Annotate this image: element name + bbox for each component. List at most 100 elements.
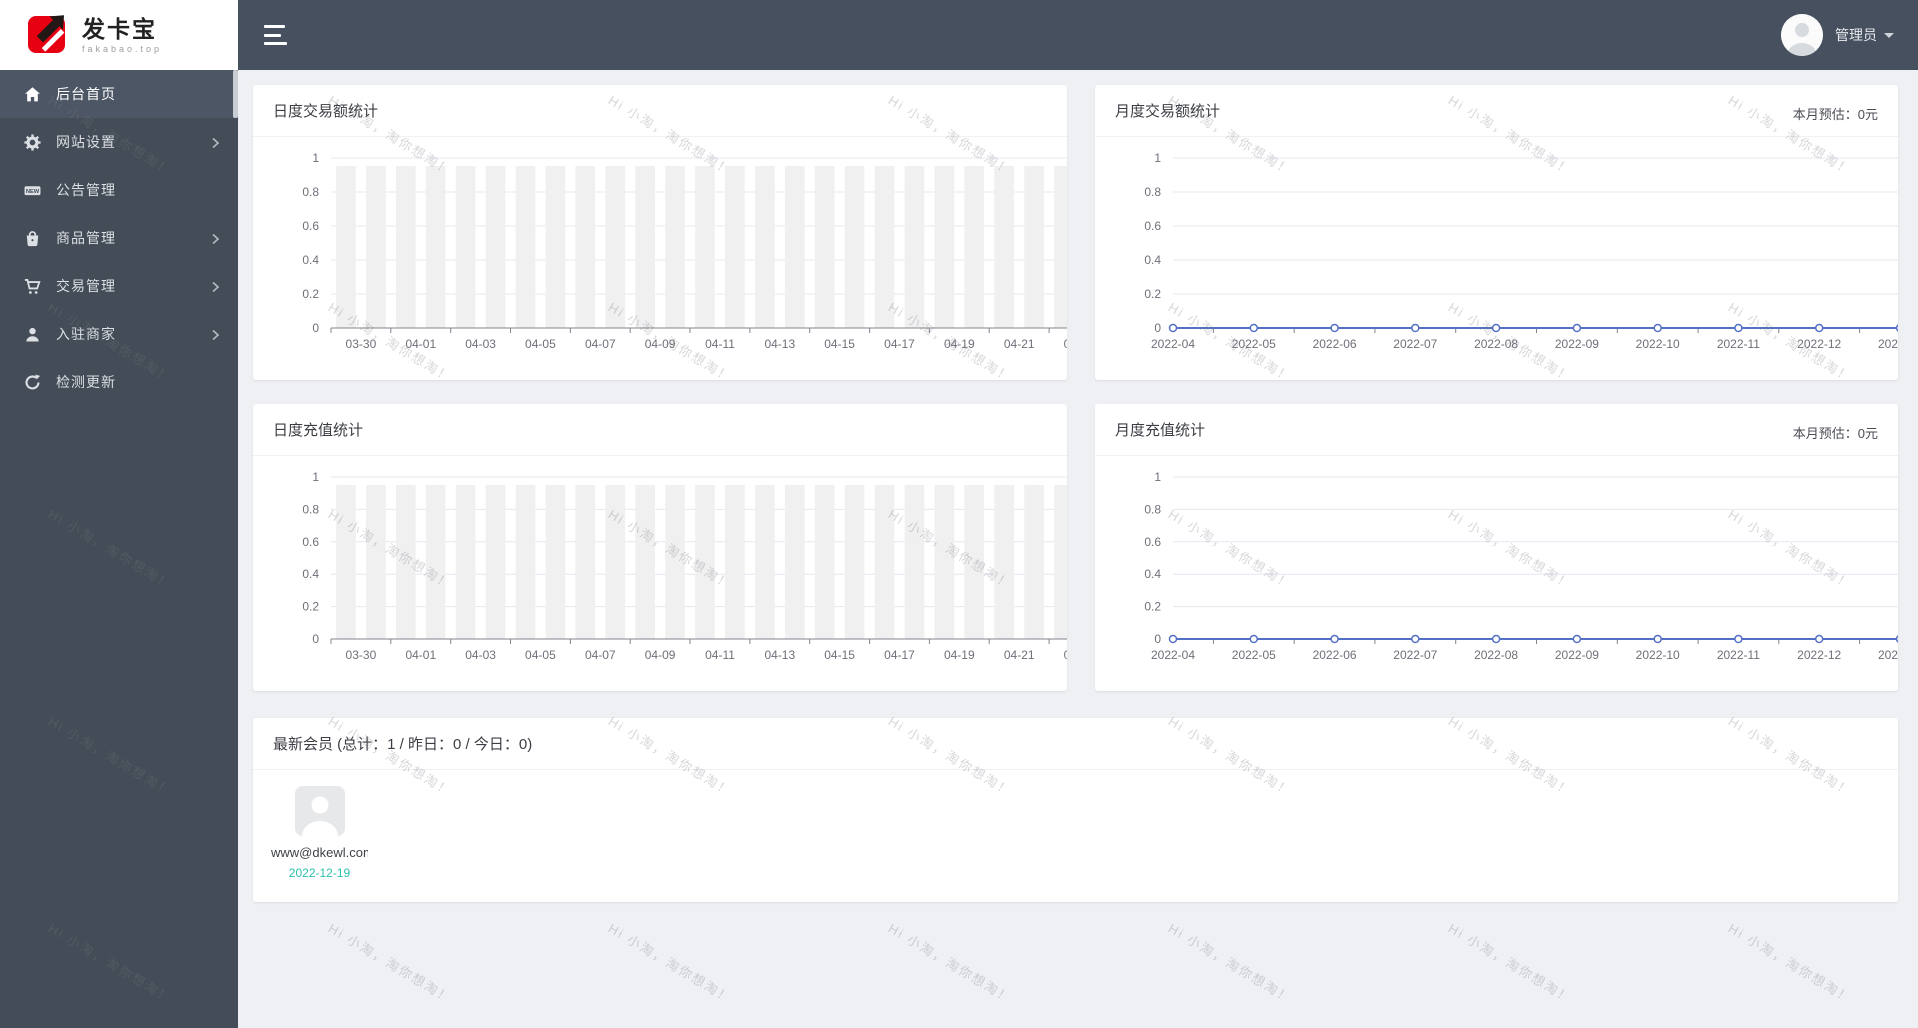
svg-text:2022-11: 2022-11	[1717, 337, 1760, 351]
svg-text:0: 0	[312, 321, 319, 335]
svg-text:03-30: 03-30	[346, 337, 377, 351]
svg-text:2022-05: 2022-05	[1232, 648, 1276, 662]
svg-text:2022-12: 2022-12	[1797, 648, 1841, 662]
card-title: 日度充值统计	[253, 404, 1067, 456]
bag-icon	[24, 230, 41, 247]
sidebar-item-trades[interactable]: 交易管理	[0, 262, 238, 310]
user-avatar	[1781, 14, 1823, 56]
latest-members-title: 最新会员 (总计：1 / 昨日：0 / 今日：0)	[253, 718, 1898, 770]
svg-text:0.8: 0.8	[1144, 502, 1161, 516]
monthly-recharge-chart: 0 0.2 0.4 0.6 0.8 1 2022-04 2022-05 2022-06 2022-…	[1095, 457, 1898, 691]
svg-text:04-01: 04-01	[405, 337, 436, 351]
cart-icon	[24, 278, 41, 295]
svg-text:04-17: 04-17	[884, 337, 915, 351]
svg-text:2022-06: 2022-06	[1313, 337, 1357, 351]
update-icon	[24, 374, 41, 391]
chevron-right-icon	[210, 232, 220, 245]
svg-text:04-01: 04-01	[405, 648, 436, 662]
svg-text:2022-10: 2022-10	[1636, 337, 1680, 351]
svg-text:2022-12: 2022-12	[1797, 337, 1841, 351]
announcement-icon: NEW	[24, 182, 41, 199]
hamburger-icon[interactable]	[264, 25, 290, 45]
brand-logo-icon	[26, 11, 72, 60]
svg-text:2022-09: 2022-09	[1555, 648, 1599, 662]
monthly-estimate-label: 本月预估：0元	[1792, 426, 1878, 441]
sidebar-item-label: 商品管理	[56, 230, 116, 246]
svg-text:0.2: 0.2	[302, 287, 319, 301]
member-item[interactable]: www@dkewl.com 2022-12-19	[271, 786, 368, 880]
watermark-text: Hi 小淘，淘你想淘！	[325, 920, 456, 1007]
daily-recharge-chart: 0 0.2 0.4 0.6 0.8 1 03-30 04-01 04-03 04-05 04-07 0…	[253, 457, 1067, 691]
sidebar-item-label: 入驻商家	[56, 326, 116, 342]
sidebar-item-site-settings[interactable]: 网站设置	[0, 118, 238, 166]
watermark-text: Hi 小淘，淘你想淘！	[1165, 920, 1296, 1007]
svg-text:2022-05: 2022-05	[1232, 337, 1276, 351]
svg-text:04-23: 04-23	[1064, 337, 1067, 351]
watermark-text: Hi 小淘，淘你想淘！	[605, 920, 736, 1007]
svg-text:0: 0	[1154, 632, 1161, 646]
svg-text:0.6: 0.6	[1144, 535, 1161, 549]
chevron-right-icon	[210, 280, 220, 293]
svg-text:0.8: 0.8	[302, 502, 319, 516]
svg-text:1: 1	[312, 470, 319, 484]
svg-text:04-15: 04-15	[824, 337, 855, 351]
svg-text:2022-04: 2022-04	[1151, 337, 1195, 351]
svg-text:04-19: 04-19	[944, 337, 975, 351]
svg-text:04-05: 04-05	[525, 337, 556, 351]
svg-text:NEW: NEW	[26, 189, 40, 195]
monthly-recharge-card: 月度充值统计 本月预估：0元 0 0.2 0.4 0.6 0.8 1 2022-04 2022…	[1095, 404, 1898, 691]
svg-text:0.6: 0.6	[1144, 219, 1161, 233]
watermark-text: Hi 小淘，淘你想淘！	[885, 920, 1016, 1007]
card-title: 日度交易额统计	[253, 85, 1067, 137]
sidebar-scrollbar[interactable]	[233, 70, 238, 118]
svg-text:04-07: 04-07	[585, 648, 616, 662]
svg-text:04-13: 04-13	[764, 337, 795, 351]
sidebar-item-label: 后台首页	[56, 86, 116, 102]
svg-text:04-09: 04-09	[645, 648, 676, 662]
card-title: 月度交易额统计	[1095, 85, 1898, 137]
sidebar-item-check-update[interactable]: 检测更新	[0, 358, 238, 406]
sidebar-item-merchants[interactable]: 入驻商家	[0, 310, 238, 358]
logo[interactable]: 发卡宝 fakabao.top	[0, 0, 238, 70]
chevron-right-icon	[210, 136, 220, 149]
monthly-estimate-label: 本月预估：0元	[1792, 107, 1878, 122]
svg-text:04-09: 04-09	[645, 337, 676, 351]
svg-text:0.8: 0.8	[1144, 185, 1161, 199]
latest-members-card: 最新会员 (总计：1 / 昨日：0 / 今日：0) www@dkewl.com …	[253, 718, 1898, 902]
svg-text:0.6: 0.6	[302, 219, 319, 233]
svg-text:04-03: 04-03	[465, 337, 496, 351]
svg-text:2022-08: 2022-08	[1474, 648, 1518, 662]
svg-text:2023-01: 2023-01	[1878, 648, 1898, 662]
svg-text:0.4: 0.4	[1144, 567, 1161, 581]
sidebar-menu: 后台首页 网站设置 NEW 公告管理 商品管理 交易管理 入驻商家 检测更新	[0, 70, 238, 406]
svg-text:0.2: 0.2	[302, 600, 319, 614]
monthly-transaction-chart: 0 0.2 0.4 0.6 0.8 1 2022-04 2022-05 2022-06 2022-…	[1095, 138, 1898, 380]
top-header: 管理员	[238, 0, 1918, 70]
sidebar-item-label: 网站设置	[56, 134, 116, 150]
svg-text:2022-04: 2022-04	[1151, 648, 1195, 662]
chevron-right-icon	[210, 328, 220, 341]
user-menu[interactable]: 管理员	[1781, 14, 1894, 56]
svg-text:04-03: 04-03	[465, 648, 496, 662]
sidebar-item-dashboard[interactable]: 后台首页	[0, 70, 238, 118]
sidebar-item-announcements[interactable]: NEW 公告管理	[0, 166, 238, 214]
svg-text:0.8: 0.8	[302, 185, 319, 199]
sidebar: 发卡宝 fakabao.top 后台首页 网站设置 NEW 公告管理 商品管理 …	[0, 0, 238, 1028]
member-register-date: 2022-12-19	[288, 866, 351, 880]
svg-text:2022-11: 2022-11	[1717, 648, 1760, 662]
card-title: 月度充值统计	[1095, 404, 1898, 456]
svg-text:2022-10: 2022-10	[1636, 648, 1680, 662]
svg-text:2022-06: 2022-06	[1313, 648, 1357, 662]
svg-text:1: 1	[312, 151, 319, 165]
svg-text:1: 1	[1154, 470, 1161, 484]
svg-text:2022-08: 2022-08	[1474, 337, 1518, 351]
svg-text:0.2: 0.2	[1144, 600, 1161, 614]
sidebar-item-products[interactable]: 商品管理	[0, 214, 238, 262]
caret-down-icon	[1884, 32, 1894, 38]
svg-text:04-11: 04-11	[705, 337, 735, 351]
user-name: 管理员	[1835, 27, 1877, 43]
member-email: www@dkewl.com	[271, 845, 368, 860]
daily-recharge-card: 日度充值统计 0 0.2 0.4 0.6 0.8 1 03-30 04-01 04-03 04-0…	[253, 404, 1067, 691]
svg-text:2023-01: 2023-01	[1878, 337, 1898, 351]
svg-text:04-17: 04-17	[884, 648, 915, 662]
